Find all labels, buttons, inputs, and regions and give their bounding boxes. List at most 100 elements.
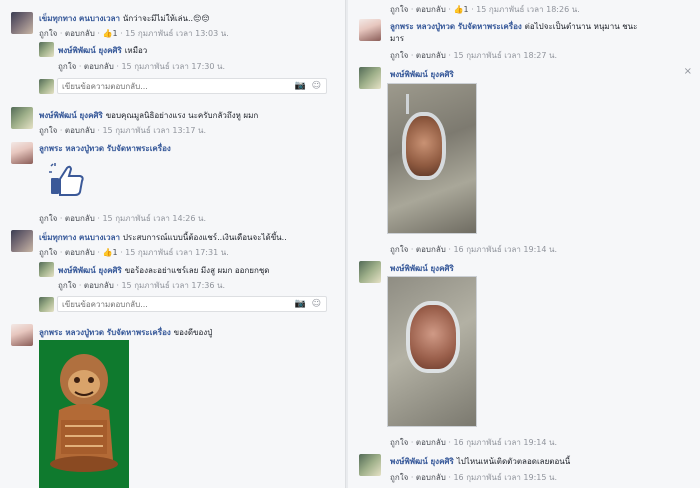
like-count[interactable]: 1 <box>112 248 117 257</box>
reply-link[interactable]: ตอบกลับ <box>65 248 95 257</box>
author-name[interactable]: พงษ์พิพัฒน์ ยุงคศิริ <box>390 70 454 79</box>
like-link[interactable]: ถูกใจ <box>390 51 408 60</box>
reply-box[interactable]: 📷 ☺ <box>57 296 327 312</box>
author-name[interactable]: ลูกพระ หลวงปู่ทวด รับจัดหาพระเครื่อง <box>39 144 171 153</box>
comment-text: นักว่าจะมีไม่ให้เล่น..😔😔 <box>122 14 210 23</box>
comment-text: เหมือว <box>124 46 148 55</box>
comment-meta: ถูกใจ · ตอบกลับ · 15 กุมภาพันธ์ เวลา 17:… <box>58 281 226 290</box>
author-name[interactable]: พงษ์พิพัฒน์ ยุงคศิริ <box>58 266 122 275</box>
comment-meta: ถูกใจ · ตอบกลับ · 15 กุมภาพันธ์ เวลา 13:… <box>39 126 207 135</box>
comment-meta: ถูกใจ · ตอบกลับ · 15 กุมภาพันธ์ เวลา 18:… <box>390 51 558 60</box>
avatar[interactable] <box>11 230 33 252</box>
timestamp[interactable]: 15 กุมภาพันธ์ เวลา 17:36 น. <box>121 281 225 290</box>
avatar <box>39 79 54 94</box>
photo-attachment[interactable] <box>39 340 129 488</box>
right-comments-column: ถูกใจ · ตอบกลับ · 👍1 · 15 กุมภาพันธ์ เวล… <box>348 0 700 488</box>
author-name[interactable]: เข็มทุกทาง ฅนบางเวลา <box>39 233 120 242</box>
author-name[interactable]: พงษ์พิพัฒน์ ยุงคศิริ <box>39 111 103 120</box>
comment: พงษ์พิพัฒน์ ยุงคศิริ ขอบคุณมูลนิธิอย่างแ… <box>39 109 258 122</box>
like-link[interactable]: ถูกใจ <box>39 29 57 38</box>
timestamp[interactable]: 16 กุมภาพันธ์ เวลา 19:15 น. <box>453 473 557 482</box>
thumbs-up-icon: 👍 <box>102 29 113 38</box>
photo-attachment[interactable] <box>387 83 477 234</box>
author-name[interactable]: เข็มทุกทาง ฅนบางเวลา <box>39 14 120 23</box>
avatar[interactable] <box>359 261 381 283</box>
like-link[interactable]: ถูกใจ <box>58 62 76 71</box>
reply-link[interactable]: ตอบกลับ <box>416 473 446 482</box>
like-link[interactable]: ถูกใจ <box>390 245 408 254</box>
reply-comment: พงษ์พิพัฒน์ ยุงคศิริ เหมือว <box>58 44 147 57</box>
like-link[interactable]: ถูกใจ <box>39 214 57 223</box>
timestamp[interactable]: 15 กุมภาพันธ์ เวลา 14:26 น. <box>102 214 206 223</box>
smiley-icon[interactable]: ☺ <box>312 299 321 309</box>
avatar[interactable] <box>11 12 33 34</box>
avatar[interactable] <box>359 67 381 89</box>
thumbs-up-icon: 👍 <box>453 5 464 14</box>
reply-link[interactable]: ตอบกลับ <box>65 126 95 135</box>
avatar[interactable] <box>359 19 381 41</box>
reply-link[interactable]: ตอบกลับ <box>416 51 446 60</box>
timestamp[interactable]: 15 กุมภาพันธ์ เวลา 17:30 น. <box>121 62 225 71</box>
timestamp[interactable]: 16 กุมภาพันธ์ เวลา 19:14 น. <box>453 438 557 447</box>
avatar[interactable] <box>11 142 33 164</box>
reply-input[interactable] <box>58 297 278 311</box>
timestamp[interactable]: 15 กุมภาพันธ์ เวลา 17:31 น. <box>125 248 229 257</box>
reply-link[interactable]: ตอบกลับ <box>416 438 446 447</box>
comment-text: ขอบคุณมูลนิธิอย่างแรง นะครับกลัวถึงหู ผม… <box>105 111 259 120</box>
comment-meta: ถูกใจ · ตอบกลับ · 16 กุมภาพันธ์ เวลา 19:… <box>390 473 558 482</box>
like-link[interactable]: ถูกใจ <box>58 281 76 290</box>
reply-link[interactable]: ตอบกลับ <box>65 214 95 223</box>
author-name[interactable]: พงษ์พิพัฒน์ ยุงคศิริ <box>390 264 454 273</box>
comment: ลูกพระ หลวงปู่ทวด รับจัดหาพระเครื่อง ต่อ… <box>390 20 637 33</box>
reply-link[interactable]: ตอบกลับ <box>84 62 114 71</box>
comment: เข็มทุกทาง ฅนบางเวลา นักว่าจะมีไม่ให้เล่… <box>39 12 210 25</box>
avatar[interactable] <box>11 107 33 129</box>
timestamp[interactable]: 15 กุมภาพันธ์ เวลา 13:17 น. <box>102 126 206 135</box>
avatar[interactable] <box>39 262 54 277</box>
reply-link[interactable]: ตอบกลับ <box>416 245 446 254</box>
photo-attachment[interactable] <box>387 276 477 427</box>
comment: พงษ์พิพัฒน์ ยุงคศิริ ไปไหนเหน้เติดตัวตลอ… <box>390 455 570 468</box>
reply-link[interactable]: ตอบกลับ <box>65 29 95 38</box>
author-name[interactable]: พงษ์พิพัฒน์ ยุงคศิริ <box>390 457 454 466</box>
reply-input[interactable] <box>58 79 278 93</box>
author-name[interactable]: พงษ์พิพัฒน์ ยุงคศิริ <box>58 46 122 55</box>
comment-meta: ถูกใจ · ตอบกลับ · 👍1 · 15 กุมภาพันธ์ เวล… <box>390 5 580 14</box>
left-comments-column: เข็มทุกทาง ฅนบางเวลา นักว่าจะมีไม่ให้เล่… <box>0 0 346 488</box>
chain <box>406 94 409 114</box>
like-count[interactable]: 1 <box>112 29 117 38</box>
avatar <box>39 297 54 312</box>
avatar[interactable] <box>39 42 54 57</box>
comment-text: ต่อไปจะเป็นตำนาน หนุมาน ชนะ <box>524 22 638 31</box>
amulet <box>406 301 460 373</box>
camera-icon[interactable]: 📷 <box>295 299 306 309</box>
timestamp[interactable]: 15 กุมภาพันธ์ เวลา 18:26 น. <box>476 5 580 14</box>
reply-box[interactable]: 📷 ☺ <box>57 78 327 94</box>
like-link[interactable]: ถูกใจ <box>390 5 408 14</box>
smiley-icon[interactable]: ☺ <box>312 81 321 91</box>
comment: เข็มทุกทาง ฅนบางเวลา ประสบการณ์แบบนี้ต้อ… <box>39 231 287 244</box>
timestamp[interactable]: 16 กุมภาพันธ์ เวลา 19:14 น. <box>453 245 557 254</box>
reply-link[interactable]: ตอบกลับ <box>416 5 446 14</box>
comment-text-continued: มาร <box>390 34 405 43</box>
comment-meta: ถูกใจ · ตอบกลับ · 16 กุมภาพันธ์ เวลา 19:… <box>390 245 558 254</box>
comment: ลูกพระ หลวงปู่ทวด รับจัดหาพระเครื่อง <box>39 142 171 155</box>
comment-meta: ถูกใจ · ตอบกลับ · 👍1 · 15 กุมภาพันธ์ เวล… <box>39 29 229 38</box>
avatar[interactable] <box>359 454 381 476</box>
author-name[interactable]: ลูกพระ หลวงปู่ทวด รับจัดหาพระเครื่อง <box>390 22 522 31</box>
timestamp[interactable]: 15 กุมภาพันธ์ เวลา 13:03 น. <box>125 29 229 38</box>
timestamp[interactable]: 15 กุมภาพันธ์ เวลา 18:27 น. <box>453 51 557 60</box>
comment-text: ของดีของปู่ <box>173 328 213 337</box>
like-link[interactable]: ถูกใจ <box>39 248 57 257</box>
like-link[interactable]: ถูกใจ <box>390 473 408 482</box>
comment-text: ไปไหนเหน้เติดตัวตลอดเลยตอนนี้ <box>456 457 571 466</box>
thumbs-up-icon: 👍 <box>102 248 113 257</box>
like-link[interactable]: ถูกใจ <box>390 438 408 447</box>
author-name[interactable]: ลูกพระ หลวงปู่ทวด รับจัดหาพระเครื่อง <box>39 328 171 337</box>
like-count[interactable]: 1 <box>463 5 468 14</box>
avatar[interactable] <box>11 324 33 346</box>
close-icon[interactable]: × <box>684 66 692 77</box>
like-link[interactable]: ถูกใจ <box>39 126 57 135</box>
camera-icon[interactable]: 📷 <box>295 81 306 91</box>
reply-link[interactable]: ตอบกลับ <box>84 281 114 290</box>
